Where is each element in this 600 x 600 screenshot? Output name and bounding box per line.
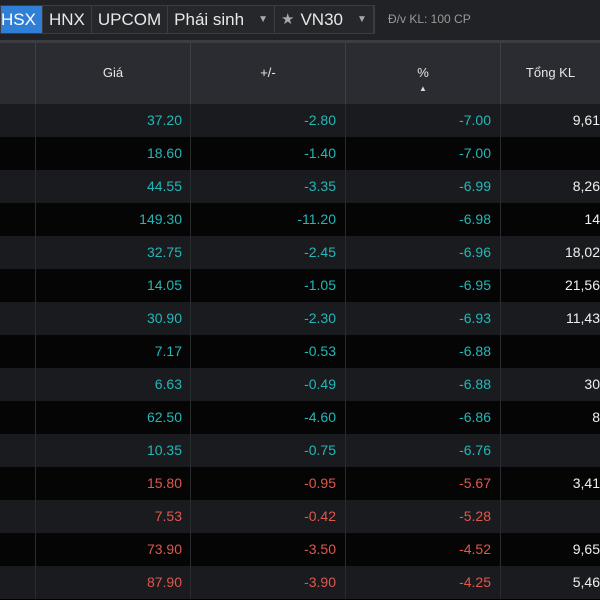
tab-hnx[interactable]: HNX (43, 6, 92, 33)
price-cell: 10.35 (35, 434, 190, 467)
table-row[interactable]: 18.60 -1.40 -7.00 (0, 137, 600, 170)
table-row[interactable]: 44.55 -3.35 -6.99 8,26 (0, 170, 600, 203)
total-volume-cell: 9,61 (500, 104, 600, 137)
total-volume-cell (500, 500, 600, 533)
percent-cell: -4.25 (345, 566, 500, 599)
price-cell: 7.17 (35, 335, 190, 368)
change-cell: -2.45 (190, 236, 345, 269)
total-volume-cell: 11,43 (500, 302, 600, 335)
percent-cell: -6.88 (345, 335, 500, 368)
change-cell: -0.42 (190, 500, 345, 533)
column-header-percent[interactable]: % ▲ (345, 43, 500, 104)
tab-label: Phái sinh (174, 10, 245, 29)
column-header-total-volume[interactable]: Tổng KL (500, 43, 600, 104)
change-cell: -11.20 (190, 203, 345, 236)
table-row[interactable]: 37.20 -2.80 -7.00 9,61 (0, 104, 600, 137)
change-cell: -1.40 (190, 137, 345, 170)
table-row[interactable]: 149.30 -11.20 -6.98 14 (0, 203, 600, 236)
column-header-price[interactable]: Giá (35, 43, 190, 104)
total-volume-cell: 8,26 (500, 170, 600, 203)
tab-upcom[interactable]: UPCOM (92, 6, 169, 33)
exchange-tabs: HSX HNX UPCOM Phái sinh ▼ ★ VN30 ▼ (0, 5, 375, 34)
chevron-down-icon: ▼ (258, 14, 268, 25)
change-cell: -0.53 (190, 335, 345, 368)
percent-cell: -7.00 (345, 104, 500, 137)
total-volume-cell: 14 (500, 203, 600, 236)
change-cell: -4.60 (190, 401, 345, 434)
column-header-change[interactable]: +/- (190, 43, 345, 104)
price-cell: 14.05 (35, 269, 190, 302)
total-volume-cell: 18,02 (500, 236, 600, 269)
table-row[interactable]: 15.80 -0.95 -5.67 3,41 (0, 467, 600, 500)
total-volume-cell (500, 335, 600, 368)
top-bar: HSX HNX UPCOM Phái sinh ▼ ★ VN30 ▼ Đ/v KL: … (0, 0, 600, 40)
price-cell: 149.30 (35, 203, 190, 236)
table-row[interactable]: 14.05 -1.05 -6.95 21,56 (0, 269, 600, 302)
price-cell: 87.90 (35, 566, 190, 599)
percent-cell: -6.88 (345, 368, 500, 401)
stock-table-body: 37.20 -2.80 -7.00 9,61 18.60 -1.40 -7.00 44.55-… (0, 104, 600, 599)
price-cell: 6.63 (35, 368, 190, 401)
price-cell: 73.90 (35, 533, 190, 566)
unit-label: Đ/v KL: 100 CP (388, 12, 471, 26)
price-cell: 30.90 (35, 302, 190, 335)
tab-label: VN30 (300, 10, 343, 29)
price-cell: 15.80 (35, 467, 190, 500)
tab-phai-sinh[interactable]: Phái sinh ▼ (168, 6, 275, 33)
total-volume-cell (500, 434, 600, 467)
price-cell: 37.20 (35, 104, 190, 137)
sort-ascending-icon: ▲ (419, 84, 427, 93)
chevron-down-icon: ▼ (356, 14, 367, 25)
star-icon: ★ (281, 11, 295, 28)
total-volume-cell: 9,65 (500, 533, 600, 566)
table-row[interactable]: 30.90 -2.30 -6.93 11,43 (0, 302, 600, 335)
change-cell: -2.80 (190, 104, 345, 137)
header-label: Giá (102, 65, 124, 80)
total-volume-cell: 3,41 (500, 467, 600, 500)
percent-cell: -7.00 (345, 137, 500, 170)
header-label: +/- (260, 65, 276, 80)
total-volume-cell: 8 (500, 401, 600, 434)
table-row[interactable]: 10.35 -0.75 -6.76 (0, 434, 600, 467)
change-cell: -3.35 (190, 170, 345, 203)
header-label: Tổng KL (525, 65, 576, 80)
table-row[interactable]: 7.17 -0.53 -6.88 (0, 335, 600, 368)
change-cell: -3.90 (190, 566, 345, 599)
change-cell: -3.50 (190, 533, 345, 566)
percent-cell: -6.99 (345, 170, 500, 203)
total-volume-cell: 21,56 (500, 269, 600, 302)
price-cell: 32.75 (35, 236, 190, 269)
change-cell: -0.95 (190, 467, 345, 500)
price-cell: 62.50 (35, 401, 190, 434)
percent-cell: -6.93 (345, 302, 500, 335)
total-volume-cell: 30 (500, 368, 600, 401)
price-cell: 44.55 (35, 170, 190, 203)
table-row[interactable]: 6.63 -0.49 -6.88 30 (0, 368, 600, 401)
table-row[interactable]: 73.90 -3.50 -4.52 9,65 (0, 533, 600, 566)
table-row[interactable]: 32.75 -2.45 -6.96 18,02 (0, 236, 600, 269)
percent-cell: -6.95 (345, 269, 500, 302)
percent-cell: -6.96 (345, 236, 500, 269)
change-cell: -2.30 (190, 302, 345, 335)
header-label: % (417, 65, 429, 80)
tab-vn30[interactable]: ★ VN30 ▼ (275, 6, 374, 33)
percent-cell: -6.86 (345, 401, 500, 434)
percent-cell: -4.52 (345, 533, 500, 566)
table-row[interactable]: 62.50 -4.60 -6.86 8 (0, 401, 600, 434)
total-volume-cell (500, 137, 600, 170)
price-cell: 18.60 (35, 137, 190, 170)
tab-hsx[interactable]: HSX (1, 6, 43, 33)
change-cell: -0.75 (190, 434, 345, 467)
table-row[interactable]: 87.90 -3.90 -4.25 5,46 (0, 566, 600, 599)
change-cell: -1.05 (190, 269, 345, 302)
table-row[interactable]: 7.53 -0.42 -5.28 (0, 500, 600, 533)
change-cell: -0.49 (190, 368, 345, 401)
price-cell: 7.53 (35, 500, 190, 533)
total-volume-cell: 5,46 (500, 566, 600, 599)
percent-cell: -5.67 (345, 467, 500, 500)
percent-cell: -6.76 (345, 434, 500, 467)
table-header: Giá +/- % ▲ Tổng KL (0, 40, 600, 104)
percent-cell: -6.98 (345, 203, 500, 236)
percent-cell: -5.28 (345, 500, 500, 533)
